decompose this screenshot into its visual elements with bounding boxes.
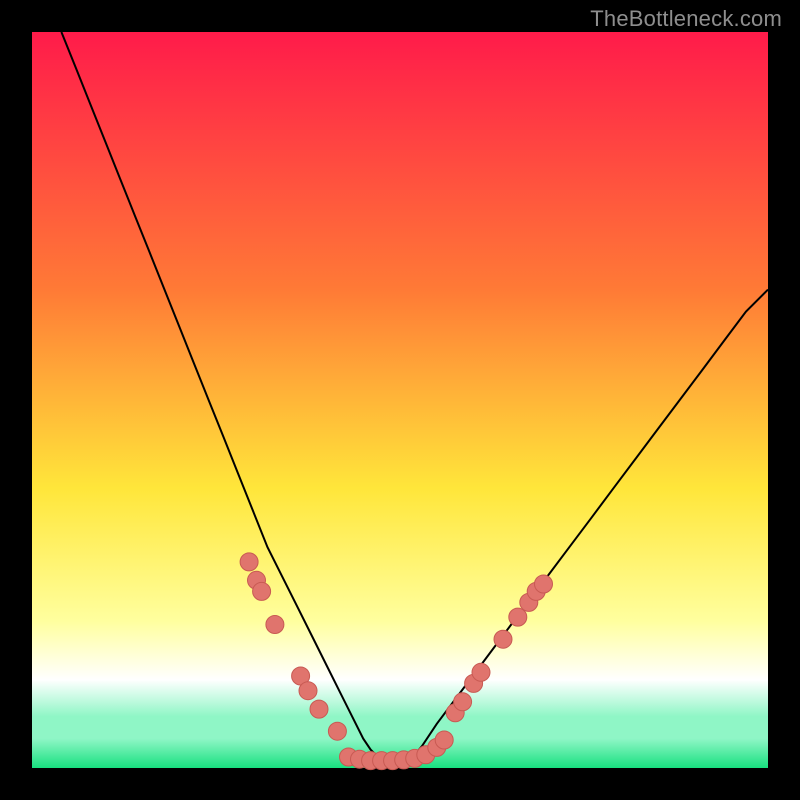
data-point (494, 630, 512, 648)
gradient-plot-area (32, 32, 768, 768)
data-point (535, 575, 553, 593)
data-point (299, 682, 317, 700)
data-point (253, 582, 271, 600)
data-point (454, 693, 472, 711)
watermark-text: TheBottleneck.com (590, 6, 782, 32)
data-point (310, 700, 328, 718)
bottleneck-chart (0, 0, 800, 800)
chart-stage: TheBottleneck.com (0, 0, 800, 800)
data-point (509, 608, 527, 626)
data-point (472, 663, 490, 681)
data-point (266, 616, 284, 634)
data-point (435, 731, 453, 749)
data-point (328, 722, 346, 740)
data-point (240, 553, 258, 571)
